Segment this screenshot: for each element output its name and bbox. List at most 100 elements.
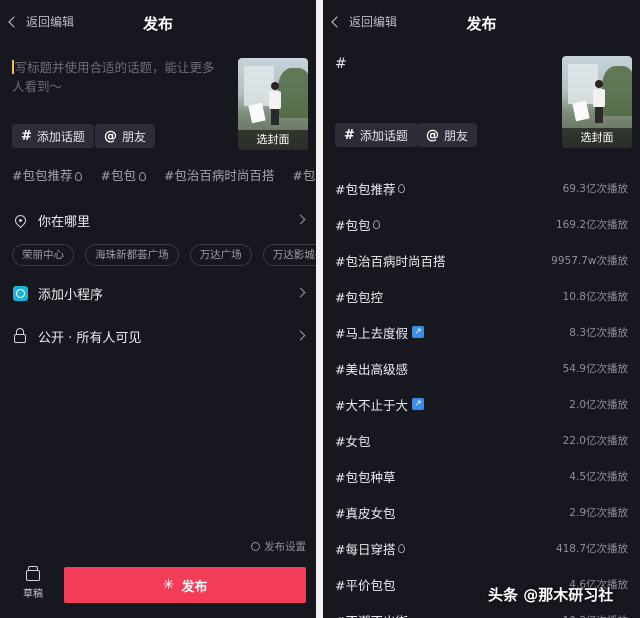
publish-screen-left: 返回编辑 发布 写标题并使用合适的话题，能让更多人看到～ 选封面 # 添加话题 … — [0, 0, 316, 618]
unlock-icon — [14, 328, 26, 343]
topic-list-item[interactable]: #美出高级感 54.9亿次播放 — [335, 350, 628, 386]
publish-button[interactable]: ✳ 发布 — [64, 567, 306, 603]
friend-label: 朋友 — [444, 128, 469, 143]
topic-name: #包包控 — [335, 289, 383, 305]
location-pin-icon — [12, 212, 28, 228]
topic-name: #包包种草 — [335, 469, 396, 485]
trending-badge-icon: ↗ — [411, 398, 424, 410]
hashtag-suggestion[interactable]: #包包推荐 — [12, 168, 83, 183]
publish-settings-link[interactable]: 发布设置 — [251, 539, 306, 554]
add-topic-button[interactable]: # 添加话题 — [335, 123, 417, 147]
play-count: 9957.7w次播放 — [551, 254, 628, 267]
topic-name: #平价包包 — [335, 577, 396, 593]
play-count: 8.3亿次播放 — [569, 326, 628, 339]
draft-box-icon — [26, 566, 40, 581]
caption-input[interactable]: 写标题并使用合适的话题，能让更多人看到～ — [12, 58, 222, 96]
topic-list-item[interactable]: #包治百病时尚百搭 9957.7w次播放 — [335, 242, 628, 278]
play-count: 2.9亿次播放 — [569, 506, 628, 519]
add-topic-label: 添加话题 — [36, 129, 85, 144]
topic-name: #真皮女包 — [335, 505, 396, 521]
source-watermark: 头条 @那木研习社 — [488, 586, 614, 604]
flame-icon — [75, 172, 83, 181]
add-topic-label: 添加话题 — [359, 128, 408, 143]
sparkle-icon: ✳ — [162, 577, 175, 593]
topic-list-item[interactable]: #马上去度假 ↗ 8.3亿次播放 — [335, 314, 628, 350]
select-cover-label[interactable]: 选封面 — [238, 130, 308, 150]
topic-list-item[interactable]: #真皮女包 2.9亿次播放 — [335, 494, 628, 530]
caption-placeholder: 写标题并使用合适的话题，能让更多人看到～ — [12, 60, 215, 94]
hashtag-suggestion[interactable]: #包治百病时尚百搭 — [164, 168, 274, 183]
page-title: 发布 — [466, 15, 497, 33]
top-bar: 返回编辑 发布 — [323, 0, 640, 46]
visibility-row[interactable]: 公开 · 所有人可见 — [12, 324, 306, 348]
location-chip[interactable]: 万达影城(海珠店) — [262, 244, 316, 266]
topic-name: #大不止于大 — [335, 397, 408, 413]
video-frame-person — [593, 80, 605, 124]
play-count: 10.8亿次播放 — [562, 290, 628, 303]
play-count: 10.3亿次播放 — [563, 613, 628, 618]
publish-label: 发布 — [181, 579, 208, 595]
mini-program-row[interactable]: 添加小程序 — [12, 281, 306, 305]
mention-friend-button[interactable]: @ 朋友 — [95, 124, 156, 148]
topic-suggestion-list: #包包推荐 69.3亿次播放 #包包 169.2亿次播放 #包治百病时尚百搭 9957.7… — [335, 170, 628, 618]
hashtag-suggestion[interactable]: #包包控 — [292, 168, 316, 183]
hashtag-suggestion[interactable]: #包包 — [100, 168, 146, 183]
topic-list-item[interactable]: #包包种草 4.5亿次播放 — [335, 458, 628, 494]
topic-name: #包治百病时尚百搭 — [335, 253, 446, 269]
caption-input[interactable]: # — [335, 56, 347, 72]
add-topic-button[interactable]: # 添加话题 — [12, 124, 94, 148]
page-title: 发布 — [142, 15, 173, 33]
mention-friend-button[interactable]: @ 朋友 — [417, 123, 478, 147]
flame-icon — [138, 172, 146, 181]
publish-settings-label: 发布设置 — [264, 541, 306, 553]
video-frame-person — [269, 82, 281, 126]
topic-name: #女包 — [335, 433, 371, 449]
location-label: 你在哪里 — [38, 214, 91, 230]
play-count: 69.3亿次播放 — [562, 182, 628, 195]
topic-list-item[interactable]: #包包控 10.8亿次播放 — [335, 278, 628, 314]
play-count: 2.0亿次播放 — [569, 398, 628, 411]
location-row[interactable]: 你在哪里 — [12, 208, 306, 232]
flame-icon — [373, 219, 381, 229]
at-icon: @ — [426, 127, 439, 143]
trending-badge-icon: ↗ — [411, 326, 424, 338]
topic-name: #包包 — [335, 217, 371, 233]
play-count: 418.7亿次播放 — [555, 542, 628, 555]
topic-name: #每日穿搭 — [335, 541, 396, 557]
select-cover-label[interactable]: 选封面 — [562, 128, 632, 148]
friend-label: 朋友 — [122, 129, 147, 144]
text-cursor — [12, 60, 14, 74]
topic-name: #包包推荐 — [335, 181, 396, 197]
chevron-right-icon — [295, 214, 306, 225]
cover-thumbnail[interactable]: 选封面 — [238, 58, 308, 150]
at-icon: @ — [104, 128, 117, 144]
flame-icon — [398, 183, 406, 193]
topic-list-item[interactable]: #包包推荐 69.3亿次播放 — [335, 170, 628, 206]
location-suggestions: 荣丽中心 海珠新都荟广场 万达广场 万达影城(海珠店) — [12, 243, 316, 266]
play-count: 169.2亿次播放 — [555, 218, 628, 231]
top-bar: 返回编辑 发布 — [0, 0, 316, 46]
chevron-right-icon — [295, 330, 306, 341]
hashtag-icon: # — [21, 128, 32, 144]
topic-list-item[interactable]: #大不止于大 ↗ 2.0亿次播放 — [335, 386, 628, 422]
location-chip[interactable]: 万达广场 — [189, 244, 252, 266]
draft-label: 草稿 — [23, 589, 43, 600]
mini-program-label: 添加小程序 — [38, 287, 104, 303]
topic-name: #马上去度假 — [335, 325, 408, 341]
topic-list-item[interactable]: #每日穿搭 418.7亿次播放 — [335, 530, 628, 566]
visibility-label: 公开 · 所有人可见 — [38, 330, 142, 346]
location-chip[interactable]: 海珠新都荟广场 — [85, 244, 179, 266]
chevron-right-icon — [295, 287, 306, 298]
topic-name: #不潮不出街 — [335, 611, 408, 618]
topic-name: #美出高级感 — [335, 361, 408, 377]
play-count: 4.5亿次播放 — [569, 470, 628, 483]
cover-thumbnail[interactable]: 选封面 — [562, 56, 632, 148]
location-chip[interactable]: 荣丽中心 — [12, 244, 74, 266]
draft-button[interactable]: 草稿 — [18, 566, 48, 600]
topic-list-item[interactable]: #包包 169.2亿次播放 — [335, 206, 628, 242]
hashtag-suggestions: #包包推荐 #包包 #包治百病时尚百搭 #包包控 — [12, 165, 316, 184]
flame-icon — [398, 543, 406, 553]
mini-program-icon — [12, 285, 28, 301]
topic-list-item[interactable]: #女包 22.0亿次播放 — [335, 422, 628, 458]
play-count: 22.0亿次播放 — [562, 434, 628, 447]
